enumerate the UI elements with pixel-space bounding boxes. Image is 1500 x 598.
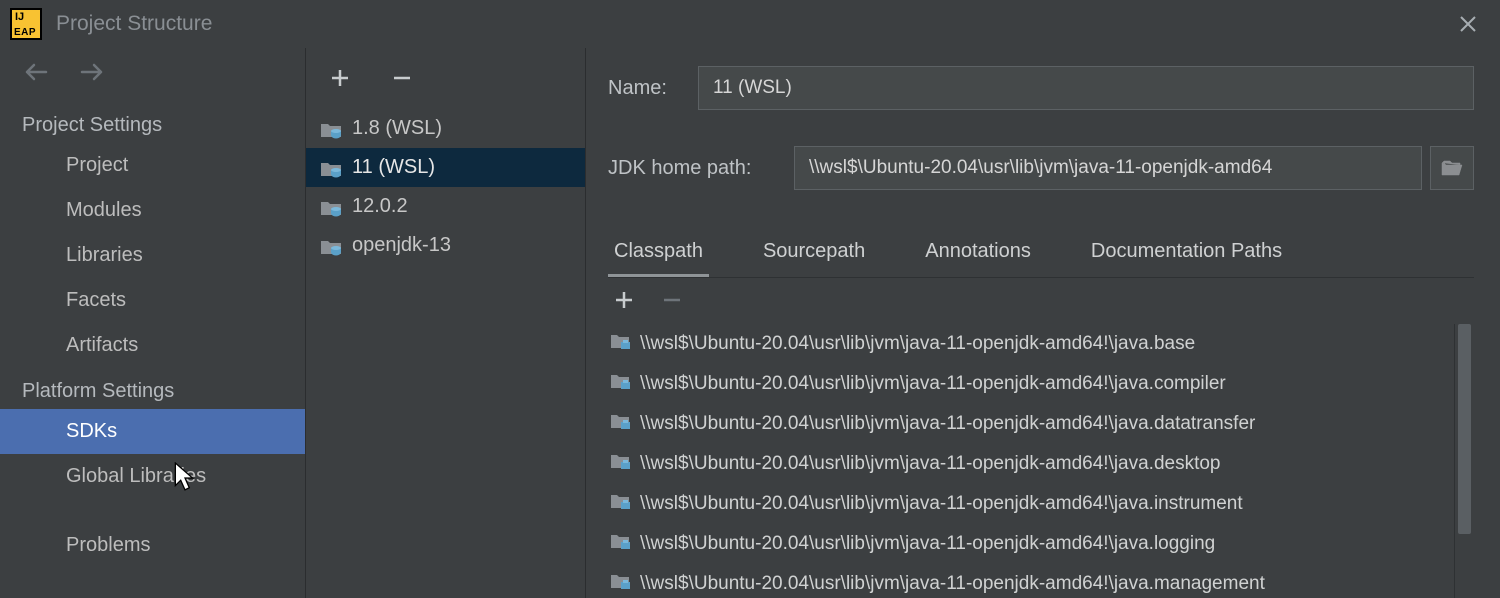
classpath-entry[interactable]: \\wsl$\Ubuntu-20.04\usr\lib\jvm\java-11-…	[608, 324, 1454, 364]
sdk-item[interactable]: 11 (WSL)	[306, 148, 585, 187]
library-folder-icon	[610, 412, 632, 436]
nav-heading-platform-settings: Platform Settings	[0, 374, 305, 409]
add-sdk-button[interactable]	[326, 64, 354, 95]
jdk-folder-icon	[320, 237, 342, 255]
classpath-entry-path: \\wsl$\Ubuntu-20.04\usr\lib\jvm\java-11-…	[640, 333, 1195, 355]
jdk-folder-icon	[320, 198, 342, 216]
name-field[interactable]	[698, 66, 1474, 110]
back-arrow-icon[interactable]	[22, 58, 50, 86]
nav-item-libraries[interactable]: Libraries	[0, 233, 305, 278]
classpath-scrollbar[interactable]	[1454, 324, 1474, 598]
scrollbar-thumb[interactable]	[1458, 324, 1471, 534]
sdk-item-label: 11 (WSL)	[352, 156, 435, 179]
classpath-entry-path: \\wsl$\Ubuntu-20.04\usr\lib\jvm\java-11-…	[640, 373, 1226, 395]
classpath-entry-path: \\wsl$\Ubuntu-20.04\usr\lib\jvm\java-11-…	[640, 413, 1255, 435]
classpath-entry[interactable]: \\wsl$\Ubuntu-20.04\usr\lib\jvm\java-11-…	[608, 444, 1454, 484]
add-classpath-button[interactable]	[610, 288, 638, 316]
classpath-entry-path: \\wsl$\Ubuntu-20.04\usr\lib\jvm\java-11-…	[640, 573, 1265, 595]
remove-sdk-button[interactable]	[388, 64, 416, 95]
sdk-item-label: 12.0.2	[352, 195, 408, 218]
nav-item-sdks[interactable]: SDKs	[0, 409, 305, 454]
remove-classpath-button[interactable]	[658, 288, 686, 316]
tab-annotations[interactable]: Annotations	[919, 230, 1037, 277]
classpath-entry-path: \\wsl$\Ubuntu-20.04\usr\lib\jvm\java-11-…	[640, 493, 1243, 515]
jdk-path-label: JDK home path:	[608, 157, 794, 180]
tab-documentation-paths[interactable]: Documentation Paths	[1085, 230, 1288, 277]
nav-item-artifacts[interactable]: Artifacts	[0, 323, 305, 368]
nav-heading-project-settings: Project Settings	[0, 108, 305, 143]
sdk-item[interactable]: 1.8 (WSL)	[306, 109, 585, 148]
classpath-entry-path: \\wsl$\Ubuntu-20.04\usr\lib\jvm\java-11-…	[640, 533, 1215, 555]
classpath-entry[interactable]: \\wsl$\Ubuntu-20.04\usr\lib\jvm\java-11-…	[608, 364, 1454, 404]
sidebar: Project Settings Project Modules Librari…	[0, 48, 306, 598]
sdk-item-label: openjdk-13	[352, 234, 451, 257]
classpath-entry[interactable]: \\wsl$\Ubuntu-20.04\usr\lib\jvm\java-11-…	[608, 404, 1454, 444]
forward-arrow-icon[interactable]	[78, 58, 106, 86]
sdk-item[interactable]: openjdk-13	[306, 226, 585, 265]
library-folder-icon	[610, 532, 632, 556]
nav-item-project[interactable]: Project	[0, 143, 305, 188]
sdk-list-panel: 1.8 (WSL) 11 (WSL) 12.0.2 openjdk-13	[306, 48, 586, 598]
library-folder-icon	[610, 492, 632, 516]
tab-classpath[interactable]: Classpath	[608, 230, 709, 277]
browse-folder-button[interactable]	[1430, 146, 1474, 190]
library-folder-icon	[610, 372, 632, 396]
nav-item-problems[interactable]: Problems	[0, 523, 305, 568]
titlebar: IJEAP Project Structure	[0, 0, 1500, 48]
classpath-entry[interactable]: \\wsl$\Ubuntu-20.04\usr\lib\jvm\java-11-…	[608, 484, 1454, 524]
nav-item-facets[interactable]: Facets	[0, 278, 305, 323]
nav-item-modules[interactable]: Modules	[0, 188, 305, 233]
close-icon[interactable]	[1448, 4, 1488, 44]
tab-sourcepath[interactable]: Sourcepath	[757, 230, 871, 277]
jdk-folder-icon	[320, 159, 342, 177]
library-folder-icon	[610, 572, 632, 596]
library-folder-icon	[610, 452, 632, 476]
classpath-entry[interactable]: \\wsl$\Ubuntu-20.04\usr\lib\jvm\java-11-…	[608, 524, 1454, 564]
classpath-entry[interactable]: \\wsl$\Ubuntu-20.04\usr\lib\jvm\java-11-…	[608, 564, 1454, 598]
jdk-path-field[interactable]	[794, 146, 1422, 190]
sdk-detail-panel: Name: JDK home path: Classpath Sourcepath…	[586, 48, 1500, 598]
name-label: Name:	[608, 77, 698, 100]
sdk-item[interactable]: 12.0.2	[306, 187, 585, 226]
library-folder-icon	[610, 332, 632, 356]
app-icon: IJEAP	[10, 8, 42, 40]
jdk-folder-icon	[320, 120, 342, 138]
window-title: Project Structure	[56, 12, 1448, 36]
nav-item-global-libraries[interactable]: Global Libraries	[0, 454, 305, 499]
classpath-entry-path: \\wsl$\Ubuntu-20.04\usr\lib\jvm\java-11-…	[640, 453, 1221, 475]
sdk-item-label: 1.8 (WSL)	[352, 117, 442, 140]
